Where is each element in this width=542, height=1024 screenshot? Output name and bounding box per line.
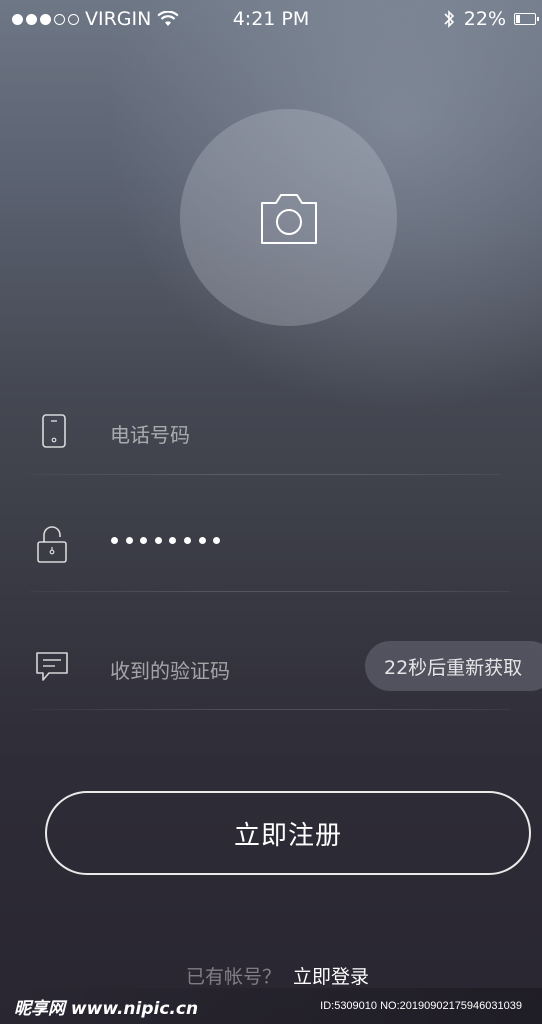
phone-input[interactable]: 电话号码	[110, 419, 190, 448]
battery-icon	[514, 13, 539, 25]
camera-icon	[260, 193, 317, 244]
password-input[interactable]	[111, 537, 221, 544]
password-row[interactable]	[0, 514, 542, 594]
status-bar: VIRGIN 4:21 PM 22%	[0, 0, 542, 42]
register-button[interactable]: 立即注册	[45, 791, 531, 875]
have-account-text: 已有帐号？	[186, 966, 282, 988]
phone-row[interactable]: 电话号码	[0, 400, 542, 476]
login-link[interactable]: 立即登录	[293, 962, 369, 989]
divider	[30, 474, 500, 475]
code-input[interactable]: 收到的验证码	[110, 655, 230, 684]
login-prompt: 已有帐号？ 立即登录	[186, 962, 369, 989]
watermark: 昵享网 www.nipic.cn ID:5309010 NO:201909021…	[0, 988, 542, 1024]
battery-percent: 22%	[463, 8, 506, 30]
resend-code-button[interactable]: 22秒后重新获取	[365, 641, 542, 691]
phone-icon	[42, 414, 66, 448]
watermark-id: ID:5309010 NO:20190902175946031039	[320, 1000, 522, 1012]
message-icon	[36, 652, 68, 681]
status-right: 22%	[442, 8, 539, 30]
bluetooth-icon	[444, 10, 454, 28]
avatar-upload-button[interactable]	[180, 109, 397, 326]
divider	[30, 709, 510, 710]
watermark-logo: 昵享网 www.nipic.cn	[14, 998, 199, 1019]
divider	[30, 591, 510, 592]
lock-icon	[37, 526, 67, 563]
